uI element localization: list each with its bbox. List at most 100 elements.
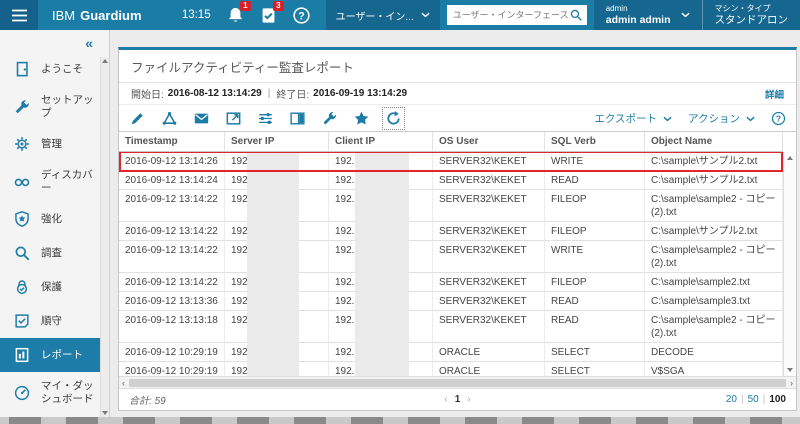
scroll-right-icon[interactable]: › [787, 378, 796, 388]
brand-prefix: IBM [52, 8, 75, 23]
next-page-button[interactable]: › [467, 394, 470, 405]
column-header-os-user[interactable]: OS User [433, 132, 545, 151]
table-row[interactable]: 2016-09-12 13:14:22192.192.SERVER32\KEKE… [119, 273, 783, 292]
new-window-icon[interactable] [225, 110, 242, 127]
page-size-options: 20|50|100 [726, 394, 786, 405]
report-toolbar: エクスポート アクション ? [119, 105, 796, 131]
table-vertical-scrollbar[interactable] [783, 152, 796, 376]
cell-timestamp: 2016-09-12 13:13:18 [119, 311, 225, 343]
edit-icon[interactable] [129, 110, 146, 127]
export-dropdown[interactable]: エクスポート [594, 111, 672, 126]
start-date-value: 2016-08-12 13:14:29 [168, 88, 262, 99]
header-help-button[interactable]: ? [292, 6, 311, 25]
column-header-sql-verb[interactable]: SQL Verb [545, 132, 645, 151]
page-size-50[interactable]: 50 [748, 394, 759, 405]
sidebar-item-harden[interactable]: 強化 [0, 202, 109, 236]
notifications-badge: 1 [240, 1, 250, 11]
scroll-down-icon[interactable] [102, 411, 108, 415]
sidebar-item-setup[interactable]: セットアップ [0, 86, 109, 127]
column-header-server-ip[interactable]: Server IP [225, 132, 329, 151]
page-size-20[interactable]: 20 [726, 394, 737, 405]
report-icon [13, 346, 31, 364]
table-row[interactable]: 2016-09-12 13:14:26192.192.SERVER32\KEKE… [119, 152, 783, 171]
audit-process-icon[interactable] [161, 110, 178, 127]
tasks-button[interactable]: 3 [259, 6, 278, 25]
scroll-up-icon[interactable] [102, 59, 108, 63]
taskbar-strip [0, 417, 800, 424]
sidebar-item-manage[interactable]: 管理 [0, 127, 109, 161]
table-row[interactable]: 2016-09-12 13:14:22192.192.SERVER32\KEKE… [119, 190, 783, 222]
scroll-down-icon[interactable] [787, 368, 793, 372]
wrench-icon[interactable] [321, 110, 338, 127]
client-ip-redaction-overlay [355, 152, 409, 376]
table-row[interactable]: 2016-09-12 10:29:19192.192.ORACLESELECTV… [119, 362, 783, 376]
chevron-down-icon [663, 116, 672, 122]
table-row[interactable]: 2016-09-12 13:14:24192.192.SERVER32\KEKE… [119, 171, 783, 190]
report-title: ファイルアクティビティー監査レポート [119, 50, 796, 83]
end-date-value: 2016-09-19 13:14:29 [313, 88, 407, 99]
user-role: admin [606, 4, 671, 13]
search-icon [569, 8, 583, 22]
scroll-up-icon[interactable] [787, 156, 793, 160]
cell-sql-verb: SELECT [545, 343, 645, 362]
sidebar-item-report[interactable]: レポート [0, 338, 109, 372]
hamburger-menu-button[interactable] [0, 0, 38, 30]
column-header-client-ip[interactable]: Client IP [329, 132, 433, 151]
export-label: エクスポート [594, 111, 657, 126]
user-menu-labels: admin admin admin [606, 4, 671, 25]
cell-object-name: C:\sample\サンプル2.txt [645, 152, 783, 171]
details-link[interactable]: 詳細 [765, 87, 784, 101]
column-header-object-name[interactable]: Object Name [645, 132, 783, 151]
table-row[interactable]: 2016-09-12 13:14:22192.192.SERVER32\KEKE… [119, 241, 783, 273]
horizontal-scroll-thumb[interactable] [129, 379, 786, 387]
sidebar-scrollbar[interactable] [100, 57, 109, 417]
sidebar: « ようこそセットアップ管理ディスカバー強化調査保護順守レポートマイ・ダッシュボ… [0, 30, 110, 417]
header-spacer [156, 0, 182, 30]
sidebar-item-welcome[interactable]: ようこそ [0, 52, 109, 86]
sidebar-item-my-dashboard[interactable]: マイ・ダッシュボード [0, 372, 109, 413]
cell-object-name: C:\sample\sample2 - コピー (2).txt [645, 190, 783, 222]
sidebar-item-investigate[interactable]: 調査 [0, 236, 109, 270]
table-row[interactable]: 2016-09-12 13:13:36192.192.SERVER32\KEKE… [119, 292, 783, 311]
brand-logo: IBM Guardium [38, 0, 156, 30]
lock-icon [13, 278, 31, 296]
cell-sql-verb: FILEOP [545, 273, 645, 292]
page-size-separator: | [763, 394, 766, 405]
magnifier-icon [13, 244, 31, 262]
cell-timestamp: 2016-09-12 13:14:22 [119, 241, 225, 273]
sidebar-item-comply[interactable]: 順守 [0, 304, 109, 338]
cell-timestamp: 2016-09-12 13:14:22 [119, 190, 225, 222]
filter-icon[interactable] [257, 110, 274, 127]
ui-nav-dropdown-label: ユーザー・イン... [336, 8, 414, 23]
ui-search-input[interactable] [453, 10, 569, 20]
cell-os-user: ORACLE [433, 362, 545, 376]
actions-dropdown[interactable]: アクション [688, 111, 755, 126]
columns-icon[interactable] [289, 110, 306, 127]
favorite-icon[interactable] [353, 110, 370, 127]
ui-nav-dropdown[interactable]: ユーザー・イン... [326, 0, 440, 30]
refresh-icon[interactable] [385, 110, 402, 127]
cell-object-name: C:\sample\sample2.txt [645, 273, 783, 292]
table-horizontal-scrollbar[interactable]: ‹ › [119, 376, 796, 388]
sidebar-item-label: セットアップ [41, 94, 97, 119]
sidebar-item-protect[interactable]: 保護 [0, 270, 109, 304]
notifications-button[interactable]: 1 [226, 6, 245, 25]
previous-page-button[interactable]: ‹ [444, 394, 447, 405]
user-menu[interactable]: admin admin admin [594, 0, 702, 30]
page-size-100[interactable]: 100 [769, 394, 786, 405]
sidebar-item-label: 順守 [41, 315, 62, 328]
sidebar-collapse-button[interactable]: « [0, 30, 109, 52]
table-row[interactable]: 2016-09-12 13:14:22192.192.SERVER32\KEKE… [119, 222, 783, 241]
total-count: 合計: 59 [129, 392, 166, 407]
svg-text:?: ? [298, 10, 305, 22]
report-help-button[interactable]: ? [771, 111, 786, 126]
help-icon: ? [292, 6, 311, 25]
sidebar-item-discover[interactable]: ディスカバー [0, 161, 109, 202]
email-icon[interactable] [193, 110, 210, 127]
scroll-left-icon[interactable]: ‹ [119, 378, 128, 388]
table-row[interactable]: 2016-09-12 10:29:19192.192.ORACLESELECTD… [119, 343, 783, 362]
cell-os-user: SERVER32\KEKET [433, 311, 545, 343]
pagination: ‹ 1 › [444, 394, 470, 405]
column-header-timestamp[interactable]: Timestamp [119, 132, 225, 151]
table-row[interactable]: 2016-09-12 13:13:18192.192.SERVER32\KEKE… [119, 311, 783, 343]
